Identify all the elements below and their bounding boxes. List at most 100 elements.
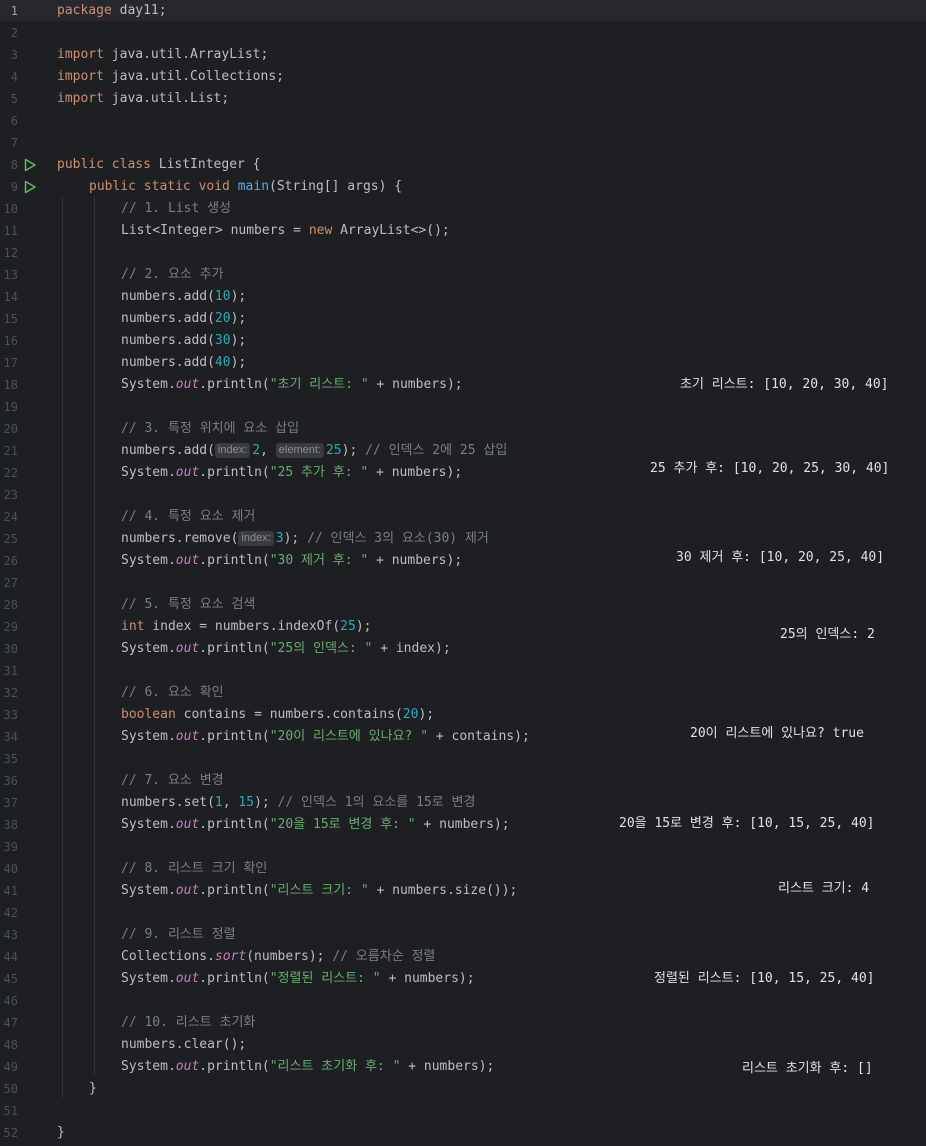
code-line[interactable]: 42 [0,902,926,924]
line-number: 43 [3,928,18,942]
code-line[interactable]: 32 // 6. 요소 확인 [0,682,926,704]
line-number: 12 [3,246,18,260]
code-editor[interactable]: 1 package day11; 2 3 import java.util.ArrayL… [0,0,926,1146]
code-text: System.out.println("20이 리스트에 있나요? " + co… [121,726,530,748]
code-text: // 4. 특정 요소 제거 [121,506,255,528]
code-token: // 오름차순 정렬 [332,949,436,964]
code-token: ); [230,311,247,326]
code-token: + numbers); [368,377,463,392]
code-token: // 4. 특정 요소 제거 [121,509,256,524]
line-number: 37 [3,796,18,810]
code-line[interactable]: 10 // 1. List 생성 [0,198,926,220]
run-gutter-icon[interactable] [23,158,37,172]
code-token: 20 [402,707,419,722]
code-line[interactable]: 35 [0,748,926,770]
code-token: contains = numbers.contains( [175,707,403,722]
code-text: // 9. 리스트 정렬 [121,924,236,946]
code-line[interactable]: 1 package day11; [0,0,926,22]
code-text: // 1. List 생성 [121,198,231,220]
code-token: .println( [199,641,270,656]
line-number: 7 [10,136,18,150]
code-line[interactable]: 6 [0,110,926,132]
code-text: System.out.println("20을 15로 변경 후: " + nu… [121,814,510,836]
code-token: .println( [199,465,270,480]
code-token: // 6. 요소 확인 [121,685,224,700]
code-line[interactable]: 9 public static void main(String[] args) … [0,176,926,198]
line-number: 19 [3,400,18,414]
code-token: System. [121,377,176,392]
code-line[interactable]: 31 [0,660,926,682]
run-gutter-icon[interactable] [23,180,37,194]
code-token: + numbers); [368,465,463,480]
code-token: numbers.clear(); [121,1037,247,1052]
code-token: "리스트 크기: " [269,883,369,898]
line-number: 20 [3,422,18,436]
code-line[interactable]: 50} [0,1078,926,1100]
code-text: Collections.sort(numbers); // 오름차순 정렬 [121,946,435,968]
code-line[interactable]: 47 // 10. 리스트 초기화 [0,1012,926,1034]
line-number: 3 [10,48,18,62]
code-line[interactable]: 43 // 9. 리스트 정렬 [0,924,926,946]
code-line[interactable]: 19 [0,396,926,418]
code-token: // 인덱스 3의 요소(30) 제거 [307,531,489,546]
code-token: out [175,553,200,568]
line-number: 9 [10,180,18,194]
code-line[interactable]: 11 List<Integer> numbers = new ArrayList<… [0,220,926,242]
code-text: public static void main(String[] args) { [89,176,402,198]
code-text: numbers.remove(index: 3); // 인덱스 3의 요소(30… [121,528,489,550]
code-line[interactable]: 24 // 4. 특정 요소 제거 [0,506,926,528]
code-line[interactable]: 20 // 3. 특정 위치에 요소 삽입 [0,418,926,440]
code-line[interactable]: 8 public class ListInteger { [0,154,926,176]
code-line[interactable]: 48 numbers.clear(); [0,1034,926,1056]
code-token: System. [121,465,176,480]
code-token: // 인덱스 1의 요소를 15로 변경 [277,795,476,810]
code-line[interactable]: 7 [0,132,926,154]
code-token: System. [121,817,176,832]
code-token: // 인덱스 2에 25 삽입 [365,443,508,458]
code-line[interactable]: 4 import java.util.Collections; [0,66,926,88]
line-number: 47 [3,1016,18,1030]
code-line[interactable]: 15 numbers.add(20); [0,308,926,330]
code-token: import [57,69,104,84]
line-number: 44 [3,950,18,964]
code-line[interactable]: 44 Collections.sort(numbers); // 오름차순 정렬 [0,946,926,968]
code-token: // 8. 리스트 크기 확인 [121,861,268,876]
line-number: 11 [3,224,18,238]
code-line[interactable]: 39 [0,836,926,858]
code-token: numbers.add( [121,443,215,458]
code-token: + numbers); [380,971,475,986]
code-token: boolean [121,707,176,722]
code-line[interactable]: 51 [0,1100,926,1122]
code-token: 15 [238,795,255,810]
code-line[interactable]: 40 // 8. 리스트 크기 확인 [0,858,926,880]
code-line[interactable]: 2 [0,22,926,44]
output-annotation: 리스트 크기: 4 [778,881,870,896]
code-line[interactable]: 5 import java.util.List; [0,88,926,110]
code-token: java.util.List; [103,91,230,106]
line-number: 24 [3,510,18,524]
code-line[interactable]: 27 [0,572,926,594]
code-token: + numbers.size()); [368,883,518,898]
code-line[interactable]: 46 [0,990,926,1012]
code-line[interactable]: 37 numbers.set(1, 15); // 인덱스 1의 요소를 15로 … [0,792,926,814]
line-number: 41 [3,884,18,898]
line-number: 13 [3,268,18,282]
code-line[interactable]: 14 numbers.add(10); [0,286,926,308]
code-text: numbers.clear(); [121,1034,246,1056]
line-number: 6 [10,114,18,128]
code-line[interactable]: 28 // 5. 특정 요소 검색 [0,594,926,616]
code-line[interactable]: 52} [0,1122,926,1144]
code-line[interactable]: 12 [0,242,926,264]
code-line[interactable]: 3 import java.util.ArrayList; [0,44,926,66]
output-annotation: 20을 15로 변경 후: [10, 15, 25, 40] [619,816,875,831]
code-line[interactable]: 23 [0,484,926,506]
code-line[interactable]: 13 // 2. 요소 추가 [0,264,926,286]
code-line[interactable]: 17 numbers.add(40); [0,352,926,374]
code-token: ); [230,289,247,304]
code-text: // 7. 요소 변경 [121,770,224,792]
code-token: out [175,1059,200,1074]
line-number: 21 [3,444,18,458]
code-line[interactable]: 16 numbers.add(30); [0,330,926,352]
code-token: System. [121,971,176,986]
code-line[interactable]: 36 // 7. 요소 변경 [0,770,926,792]
